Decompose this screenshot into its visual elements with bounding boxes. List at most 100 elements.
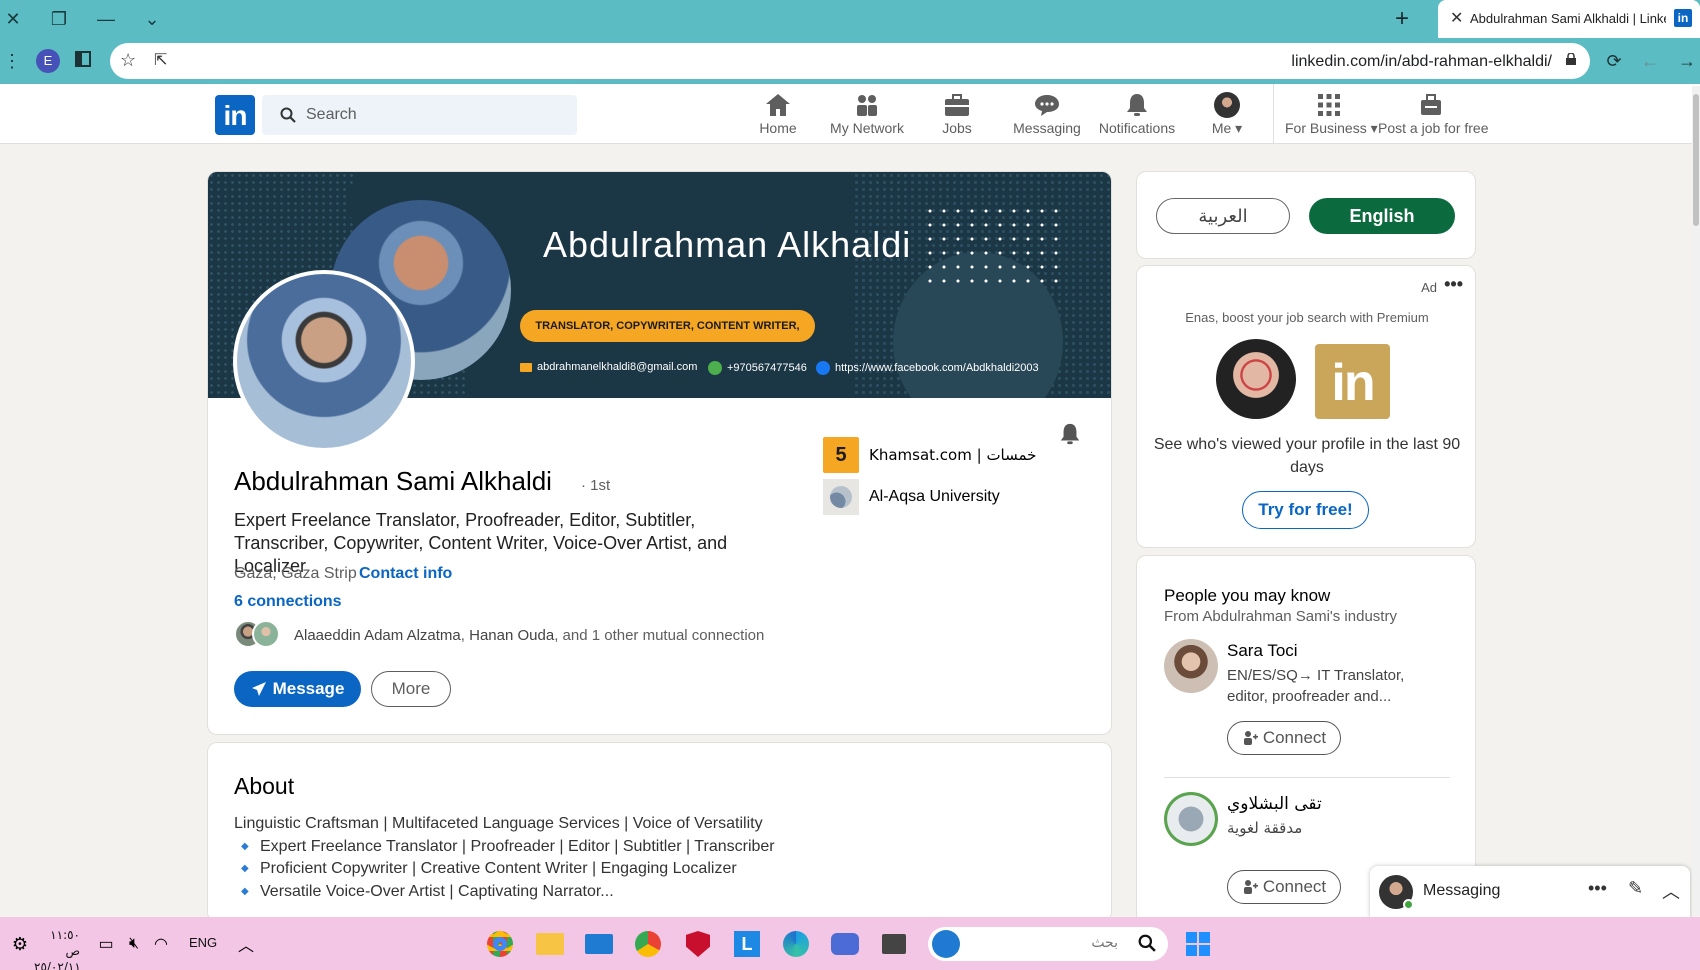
bing-icon (932, 930, 960, 958)
weather-icon[interactable]: ⚙ (4, 928, 36, 960)
compose-icon[interactable]: ✎ (1628, 878, 1643, 899)
back-arrow-icon[interactable]: ← (1637, 48, 1663, 74)
follow-bell-icon[interactable] (1058, 422, 1082, 446)
search-icon (1138, 934, 1156, 952)
current-company[interactable]: 5 Khamsat.com | خمسات (823, 437, 1036, 473)
avatar[interactable] (1164, 639, 1218, 693)
connect-button[interactable]: Connect (1227, 870, 1341, 904)
message-button[interactable]: Message (234, 671, 361, 707)
online-status-dot (1403, 899, 1414, 910)
minimize-window-icon[interactable]: — (93, 6, 119, 32)
more-button[interactable]: More (371, 671, 451, 707)
person-name[interactable]: Sara Toci (1227, 641, 1298, 661)
contact-info-link[interactable]: Contact info (359, 565, 452, 583)
avatar[interactable] (1164, 792, 1218, 846)
nav-for-business[interactable]: For Business ▾ (1285, 90, 1378, 137)
more-options-icon[interactable]: ••• (1588, 878, 1607, 899)
about-bullet: Versatile Voice-Over Artist | Captivatin… (234, 881, 775, 904)
nav-my-network-label: My Network (830, 120, 904, 136)
language-arabic-button[interactable]: العربية (1156, 198, 1290, 234)
education[interactable]: Al-Aqsa University (823, 479, 1000, 515)
wifi-icon[interactable]: ◠ (145, 928, 177, 960)
person-name[interactable]: تقى البشلاوي (1227, 794, 1322, 814)
restore-window-icon[interactable]: ❐ (46, 6, 72, 32)
connect-button[interactable]: Connect (1227, 721, 1341, 755)
profile-photo[interactable] (233, 270, 415, 452)
chrome-profile-icon[interactable] (632, 928, 664, 960)
search-box[interactable] (262, 95, 577, 135)
ad-label: Ad (1421, 280, 1437, 295)
nav-messaging[interactable]: Messaging (1011, 90, 1083, 136)
scrollbar-thumb[interactable] (1693, 94, 1699, 226)
taskbar-search[interactable] (928, 927, 1168, 961)
l-app-icon[interactable]: L (731, 928, 763, 960)
nav-my-network[interactable]: My Network (826, 90, 908, 136)
messaging-label: Messaging (1423, 882, 1501, 899)
browser-profile-avatar[interactable]: E (36, 49, 60, 73)
linkedin-global-nav: in Home My Network Jobs Messaging Notifi… (0, 84, 1700, 144)
bookmark-star-icon[interactable]: ☆ (120, 50, 136, 71)
home-icon (753, 90, 803, 120)
nav-jobs-label: Jobs (942, 120, 972, 136)
zoom-icon[interactable] (829, 928, 861, 960)
forward-arrow-icon[interactable]: → (1674, 48, 1700, 74)
linkedin-logo[interactable]: in (215, 95, 255, 135)
nav-home[interactable]: Home (753, 90, 803, 136)
active-tab[interactable]: ✕ Abdulrahman Sami Alkhaldi | LinkedIn i… (1438, 0, 1700, 38)
nav-post-job[interactable]: Post a job for free (1378, 90, 1489, 136)
current-company-name: Khamsat.com | خمسات (869, 446, 1037, 464)
browser-address-bar: ⋮ E ☆ ⇱ linkedin.com/in/abd-rahman-elkha… (0, 38, 1700, 84)
nav-post-job-label: Post a job for free (1378, 120, 1489, 136)
mutual-connections-text[interactable]: Alaaeddin Adam Alzatma, Hanan Ouda, and … (294, 627, 764, 644)
nav-for-business-label: For Business ▾ (1285, 120, 1378, 136)
reload-icon[interactable]: ⟳ (1601, 48, 1627, 74)
share-icon[interactable]: ⇱ (154, 50, 167, 70)
search-input[interactable] (306, 103, 566, 127)
nav-jobs[interactable]: Jobs (934, 90, 980, 136)
connections-link[interactable]: 6 connections (234, 593, 342, 611)
browser-menu-icon[interactable]: ⋮ (0, 48, 24, 74)
linkedin-favicon-icon: in (1674, 9, 1692, 27)
tab-list-chevron-icon[interactable]: ⌄ (139, 6, 165, 32)
mcafee-icon[interactable] (682, 928, 714, 960)
avatar (1202, 90, 1252, 120)
add-person-icon (1243, 880, 1258, 894)
sidebar-toggle-icon[interactable] (70, 48, 96, 74)
pymk-subtitle: From Abdulrahman Sami's industry (1164, 608, 1397, 625)
try-free-button[interactable]: Try for free! (1242, 491, 1369, 529)
about-section: About Linguistic Craftsman | Multifacete… (207, 742, 1112, 922)
facebook-icon (816, 361, 830, 375)
ad-menu-icon[interactable]: ••• (1444, 274, 1463, 295)
banner-email: abdrahmanelkhaldi8@gmail.com (520, 361, 697, 373)
nav-notifications[interactable]: Notifications (1097, 90, 1177, 136)
messaging-overlay[interactable]: Messaging ••• ✎ ︿ (1370, 866, 1690, 918)
nav-me[interactable]: Me ▾ (1202, 90, 1252, 137)
page-scrollbar[interactable] (1692, 86, 1700, 916)
mail-icon[interactable] (583, 928, 615, 960)
windows-start-icon[interactable] (1182, 928, 1214, 960)
windows-taskbar: ⚙ ١١:٥٠ ص ٢٥/٠٢/١١ ▭ 🔇︎ ◠ ENG ︿ L (0, 917, 1700, 970)
edge-icon[interactable] (780, 928, 812, 960)
window-app-icon[interactable] (878, 928, 910, 960)
chrome-icon[interactable] (484, 928, 516, 960)
close-tab-icon[interactable]: ✕ (1450, 8, 1463, 28)
input-language[interactable]: ENG (189, 935, 217, 950)
banner-name: Abdulrahman Alkhaldi (543, 224, 912, 265)
mutual-rest: , and 1 other mutual connection (554, 627, 765, 644)
banner-tagline: TRANSLATOR, COPYWRITER, CONTENT WRITER, (520, 310, 815, 342)
person-description: مدققة لغوية (1227, 819, 1303, 837)
file-explorer-icon[interactable] (534, 928, 566, 960)
taskbar-search-input[interactable] (968, 935, 1118, 951)
new-tab-icon[interactable]: + (1395, 5, 1409, 33)
language-english-button[interactable]: English (1309, 198, 1455, 234)
mutual-connection-avatars[interactable] (234, 620, 286, 650)
url-field[interactable]: ☆ ⇱ linkedin.com/in/abd-rahman-elkhaldi/ (110, 43, 1590, 79)
school-logo-icon (823, 479, 859, 515)
lock-icon (1566, 53, 1576, 65)
taskbar-clock[interactable]: ١١:٥٠ ص ٢٥/٠٢/١١ (34, 927, 81, 970)
banner-phone-text: +970567477546 (727, 362, 807, 374)
close-window-icon[interactable]: ✕ (0, 6, 26, 32)
chevron-up-icon[interactable]: ︿ (1662, 878, 1680, 904)
chevron-up-icon[interactable]: ︿ (230, 928, 262, 960)
url-text[interactable]: linkedin.com/in/abd-rahman-elkhaldi/ (1291, 53, 1552, 71)
